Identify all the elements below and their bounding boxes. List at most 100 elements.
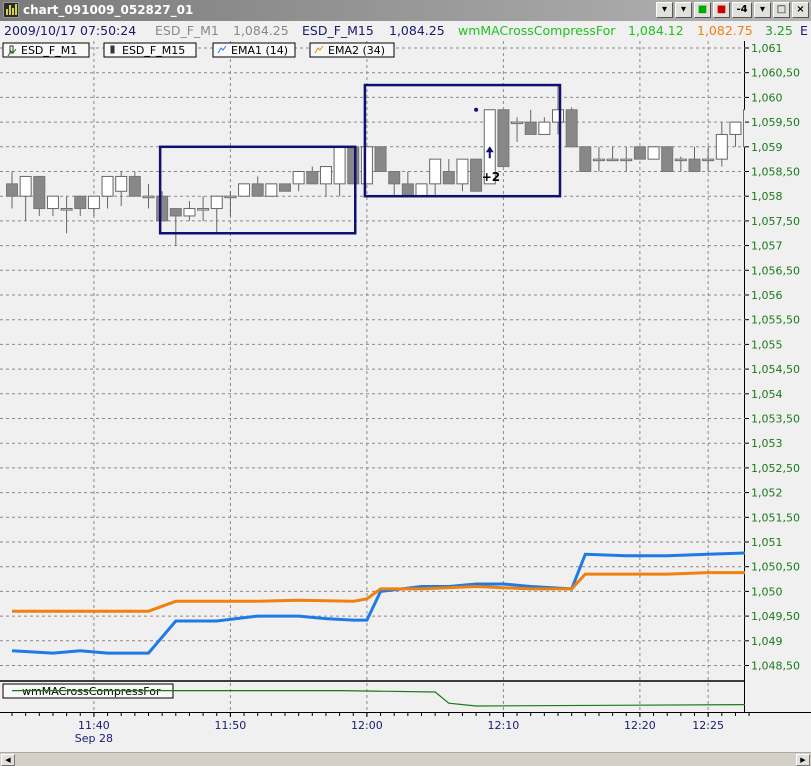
- candle-body: [87, 195, 100, 210]
- chart-canvas[interactable]: +2 ESD_F_M1 ESD_F_M15 EMA1 (14) EMA2 (34) wmM…: [0, 41, 756, 712]
- candle: [729, 121, 742, 147]
- candle-body: [456, 158, 469, 185]
- candle-body: [633, 146, 646, 160]
- price-axis[interactable]: 1,061 1,060,50 1,060 1,059,50 1,059 1,058,50 1…: [745, 41, 811, 712]
- candle: [401, 171, 414, 197]
- candle: [169, 208, 182, 246]
- candle-body: [674, 158, 687, 162]
- legend-label: ESD_F_M15: [122, 44, 185, 57]
- price-tick-label: 1,052: [751, 487, 783, 500]
- time-axis-canvas: 11:40 11:50 12:00 12:10 12:20 12:25 Sep 28: [11, 713, 750, 745]
- candle-body: [702, 158, 715, 162]
- price-tick-label: 1,058,50: [751, 166, 800, 179]
- candle-body: [429, 158, 442, 185]
- candle: [87, 195, 100, 216]
- chart-plot-area[interactable]: +2 ESD_F_M1 ESD_F_M15 EMA1 (14) EMA2 (34) wmM…: [0, 41, 756, 712]
- candle-body: [156, 195, 169, 222]
- candle-body: [183, 208, 196, 217]
- time-tick-label: 12:00: [351, 719, 383, 732]
- legend-item: ESD_F_M1: [2, 42, 90, 58]
- candle: [456, 158, 469, 192]
- candle: [565, 107, 578, 148]
- candle-body: [388, 171, 401, 185]
- candle-body: [347, 146, 360, 185]
- time-tick-label: 12:20: [624, 719, 656, 732]
- candle-body: [74, 195, 87, 210]
- dropdown-button-2[interactable]: ▾: [675, 2, 692, 18]
- time-axis[interactable]: 11:40 11:50 12:00 12:10 12:20 12:25 Sep 28: [0, 712, 811, 752]
- chart-app-icon: [3, 2, 19, 18]
- indicator-trailing: E: [800, 23, 808, 38]
- indicator-value-3: 3.25: [765, 23, 793, 38]
- candle: [360, 146, 373, 185]
- candle-body: [265, 183, 278, 197]
- price-tick-label: 1,052,50: [751, 462, 800, 475]
- minimize-button[interactable]: ▾: [754, 2, 771, 18]
- info-bar: 2009/10/17 07:50:24 ESD_F_M1 1,084.25 ES…: [0, 21, 811, 41]
- candle-body: [442, 171, 455, 185]
- price-tick-label: 1,050,50: [751, 561, 800, 574]
- green-square-button[interactable]: ■: [694, 2, 711, 18]
- candle-body: [115, 175, 128, 192]
- candle: [511, 117, 524, 142]
- candle-body: [333, 146, 346, 185]
- candle: [524, 109, 537, 135]
- datetime-readout: 2009/10/17 07:50:24: [4, 23, 137, 38]
- price-tick-label: 1,058: [751, 190, 783, 203]
- price-tick-label: 1,049,50: [751, 610, 800, 623]
- time-tick-label: 11:40: [78, 719, 110, 732]
- candle: [647, 146, 660, 160]
- candle-body: [552, 109, 564, 123]
- maximize-button[interactable]: □: [773, 2, 790, 18]
- scroll-left-arrow-icon[interactable]: ◀: [1, 754, 15, 766]
- candle: [592, 146, 605, 172]
- candle-body: [415, 183, 428, 197]
- candle-body: [620, 158, 633, 162]
- candle: [74, 195, 87, 216]
- price-tick-label: 1,049: [751, 635, 783, 648]
- candle: [6, 171, 18, 209]
- title-bar[interactable]: chart_091009_052827_01 ▾ ▾ ■ ■ -4 ▾ □ ×: [0, 0, 811, 21]
- time-tick-label: 11:50: [215, 719, 247, 732]
- candle-body: [6, 183, 18, 197]
- date-label: Sep 28: [75, 732, 113, 745]
- price-tick-label: 1,057,50: [751, 215, 800, 228]
- candle: [210, 195, 223, 234]
- dropdown-button-1[interactable]: ▾: [656, 2, 673, 18]
- candle: [688, 146, 701, 173]
- candle: [46, 195, 59, 216]
- legend-item: EMA2 (34): [309, 42, 395, 58]
- price-tick-label: 1,059,50: [751, 116, 800, 129]
- candle: [60, 196, 73, 234]
- price-tick-label: 1,055,50: [751, 314, 800, 327]
- candle: [19, 175, 32, 221]
- time-tick-label: 12:10: [488, 719, 520, 732]
- candle-body: [661, 146, 674, 173]
- close-button[interactable]: ×: [792, 2, 809, 18]
- price-tick-label: 1,056: [751, 289, 783, 302]
- candle-body: [374, 146, 387, 173]
- candle-body: [729, 121, 742, 135]
- candle-body: [688, 158, 701, 173]
- price-tick-label: 1,054,50: [751, 363, 800, 376]
- candle: [415, 183, 428, 197]
- scroll-right-arrow-icon[interactable]: ▶: [796, 754, 810, 766]
- candle: [374, 146, 387, 173]
- minus-four-button[interactable]: -4: [732, 2, 752, 18]
- candle: [101, 175, 114, 209]
- ema1-line: [11, 551, 750, 655]
- candle-body: [715, 133, 728, 160]
- candle: [142, 183, 155, 209]
- color-grid-button[interactable]: ■: [713, 2, 730, 18]
- candle: [538, 117, 551, 135]
- legend-item: EMA1 (14): [212, 42, 296, 58]
- candle-body: [142, 195, 155, 199]
- candle-body: [470, 158, 483, 192]
- candle: [156, 191, 169, 222]
- candle: [497, 109, 510, 168]
- candle-body: [169, 208, 182, 217]
- candle: [238, 183, 251, 197]
- candle: [265, 183, 278, 197]
- horizontal-scrollbar[interactable]: ◀ ▶: [0, 752, 811, 766]
- candle: [292, 171, 305, 192]
